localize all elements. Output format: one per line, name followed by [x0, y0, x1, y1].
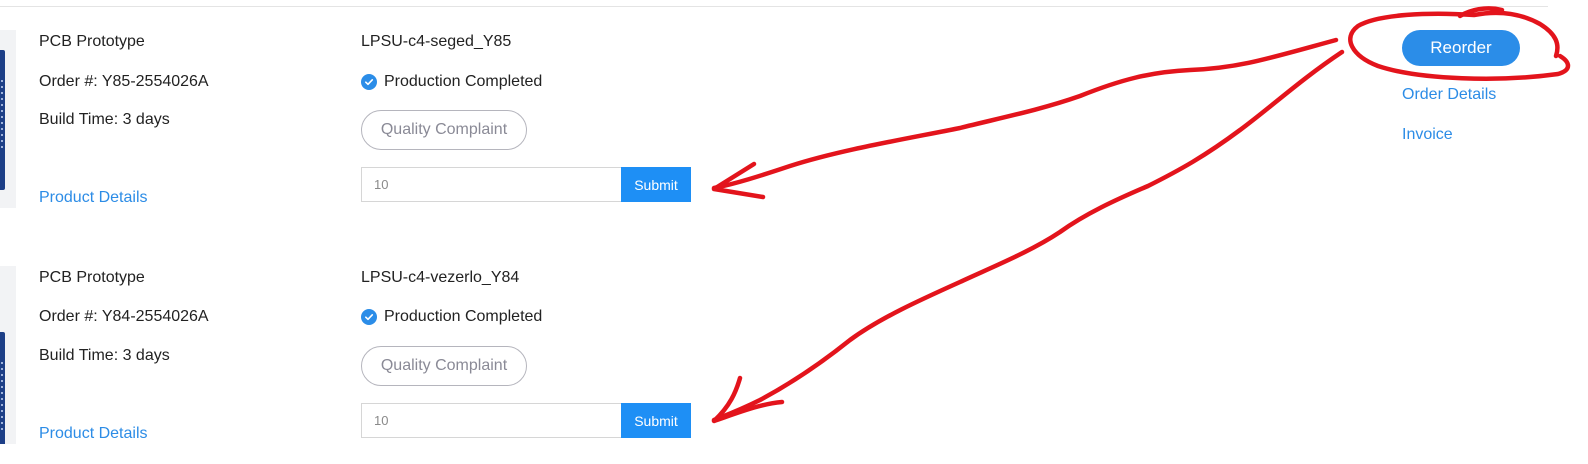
product-type: PCB Prototype [39, 33, 145, 50]
status-text: Production Completed [384, 73, 543, 90]
order-row: PCB Prototype Order #: Y85-2554026A Buil… [0, 0, 1588, 220]
product-thumbnail[interactable] [0, 266, 16, 444]
file-name: LPSU-c4-seged_Y85 [361, 33, 512, 50]
check-circle-icon [361, 309, 377, 325]
product-type: PCB Prototype [39, 269, 145, 286]
status-text: Production Completed [384, 308, 543, 325]
check-circle-icon [361, 74, 377, 90]
product-details-link[interactable]: Product Details [39, 189, 148, 207]
order-number: Order #: Y85-2554026A [39, 73, 209, 90]
pcb-board-icon [0, 50, 5, 190]
invoice-link[interactable]: Invoice [1402, 126, 1453, 144]
status-badge: Production Completed [361, 73, 542, 91]
quality-complaint-button[interactable]: Quality Complaint [361, 346, 527, 386]
order-details-link[interactable]: Order Details [1402, 86, 1496, 104]
build-time: Build Time: 3 days [39, 347, 170, 364]
quantity-input[interactable] [361, 167, 621, 202]
product-details-link[interactable]: Product Details [39, 425, 148, 443]
order-row: PCB Prototype Order #: Y84-2554026A Buil… [0, 236, 1588, 456]
quantity-input[interactable] [361, 403, 621, 438]
order-number: Order #: Y84-2554026A [39, 308, 209, 325]
submit-button[interactable]: Submit [621, 167, 691, 202]
submit-button[interactable]: Submit [621, 403, 691, 438]
reorder-button[interactable]: Reorder [1402, 30, 1520, 66]
build-time: Build Time: 3 days [39, 111, 170, 128]
pcb-board-icon [0, 332, 5, 444]
product-thumbnail[interactable] [0, 30, 16, 208]
file-name: LPSU-c4-vezerlo_Y84 [361, 269, 520, 286]
status-badge: Production Completed [361, 308, 542, 326]
quality-complaint-button[interactable]: Quality Complaint [361, 110, 527, 150]
